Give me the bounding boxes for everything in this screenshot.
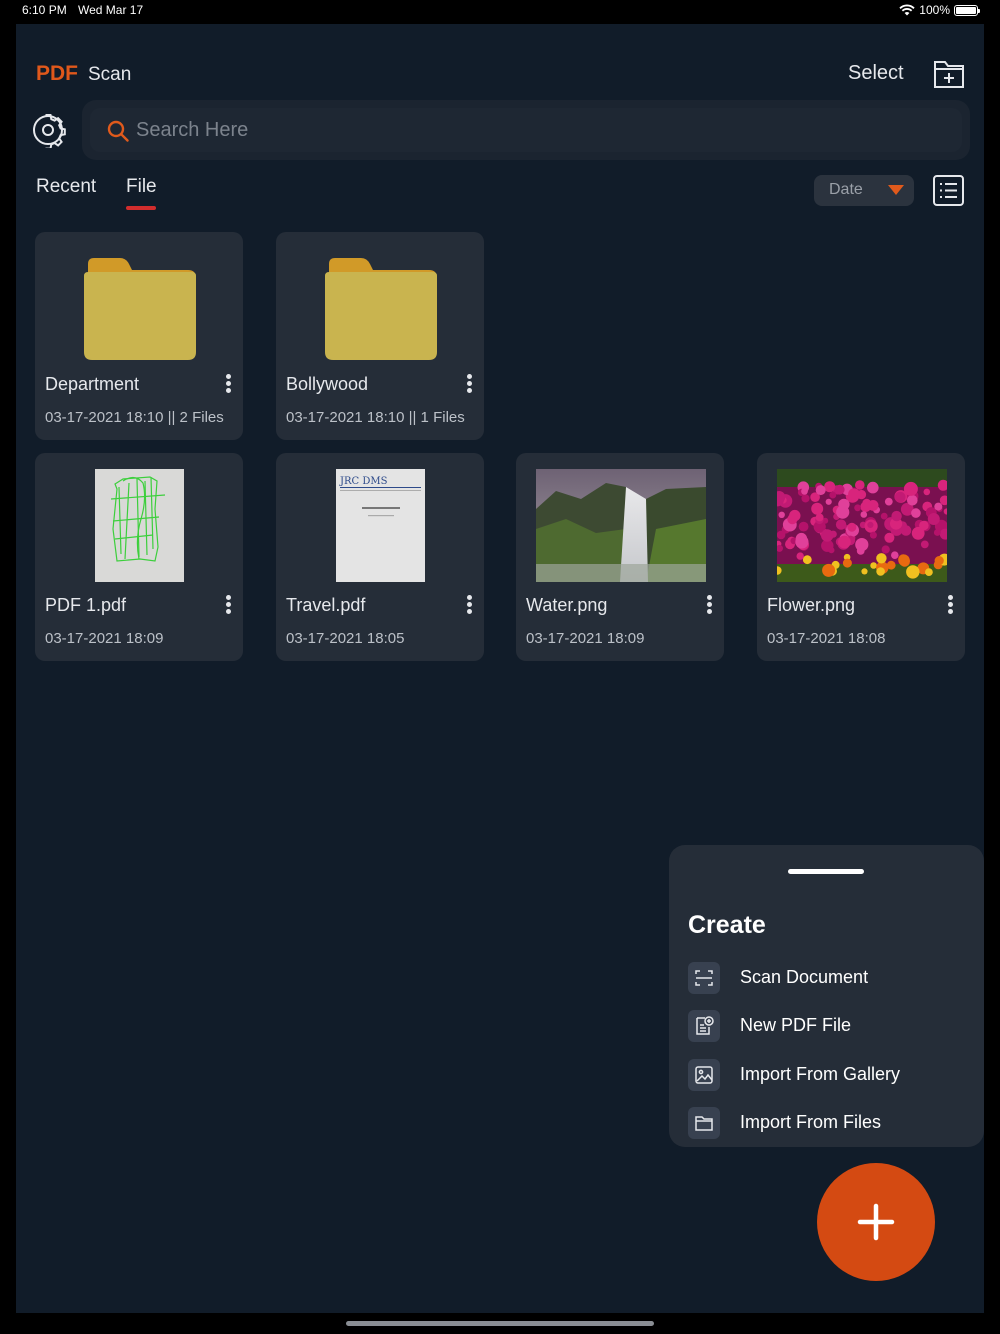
option-import-gallery[interactable]: Import From Gallery <box>688 1059 968 1093</box>
new-pdf-icon <box>688 1010 720 1042</box>
tab-recent[interactable]: Recent <box>36 176 96 198</box>
card-name: PDF 1.pdf <box>45 595 127 615</box>
tab-file[interactable]: File <box>126 176 157 198</box>
status-bar: 6:10 PM Wed Mar 17 100% <box>0 0 1000 22</box>
wifi-icon <box>899 4 915 16</box>
more-options-icon[interactable] <box>460 593 478 619</box>
gallery-icon <box>688 1059 720 1091</box>
option-label: New PDF File <box>740 1015 852 1035</box>
pdf-thumbnail <box>95 469 184 582</box>
more-options-icon[interactable] <box>700 593 718 619</box>
option-label: Import From Files <box>740 1112 882 1132</box>
add-button[interactable] <box>817 1163 935 1281</box>
file-card-pdf1[interactable]: PDF 1.pdf 03-17-2021 18:09 <box>35 453 243 661</box>
gear-icon <box>33 114 66 150</box>
logo-pdf: PDF <box>36 62 78 85</box>
card-name: Water.png <box>526 595 608 615</box>
card-thumbnail <box>276 232 484 362</box>
travel-doc-logo: JRC DMS <box>339 476 388 487</box>
app-logo: PDF Scan <box>36 62 131 86</box>
card-meta: 03-17-2021 18:09 <box>45 630 164 647</box>
new-folder-button[interactable] <box>932 56 966 90</box>
caret-down-icon <box>888 185 904 195</box>
card-meta: 03-17-2021 18:08 <box>767 630 886 647</box>
option-scan-document[interactable]: Scan Document <box>688 962 968 996</box>
folder-plus-icon <box>934 61 964 88</box>
create-sheet: Create Scan Document New PDF File Import… <box>669 845 984 1147</box>
folder-card-bollywood[interactable]: Bollywood 03-17-2021 18:10 || 1 Files <box>276 232 484 440</box>
more-options-icon[interactable] <box>219 372 237 398</box>
card-thumbnail <box>757 453 965 583</box>
sort-dropdown[interactable]: Date <box>814 175 914 206</box>
option-new-pdf[interactable]: New PDF File <box>688 1010 968 1044</box>
card-name: Travel.pdf <box>286 595 366 615</box>
more-options-icon[interactable] <box>941 593 959 619</box>
more-options-icon[interactable] <box>460 372 478 398</box>
folder-icon <box>84 258 196 360</box>
app-window: PDF Scan Select Recent File Date <box>16 24 984 1313</box>
card-meta: 03-17-2021 18:10 || 2 Files <box>45 409 224 426</box>
active-tab-indicator <box>126 206 156 210</box>
plus-icon <box>857 1203 895 1241</box>
search-input[interactable] <box>136 113 916 147</box>
file-card-flower[interactable]: Flower.png 03-17-2021 18:08 <box>757 453 965 661</box>
sheet-title: Create <box>688 911 766 939</box>
folder-icon <box>688 1107 720 1139</box>
search-field <box>90 108 962 152</box>
battery-percent: 100% <box>919 3 950 17</box>
search-icon <box>107 120 129 142</box>
card-meta: 03-17-2021 18:09 <box>526 630 645 647</box>
option-label: Import From Gallery <box>740 1064 901 1084</box>
flower-image <box>777 469 947 582</box>
list-icon <box>933 175 964 206</box>
card-meta: 03-17-2021 18:05 <box>286 630 405 647</box>
more-options-icon[interactable] <box>219 593 237 619</box>
file-card-travel[interactable]: JRC DMS Travel.pdf 03-17-2021 18:05 <box>276 453 484 661</box>
status-date: Wed Mar 17 <box>78 3 144 17</box>
logo-scan: Scan <box>88 64 132 85</box>
card-meta: 03-17-2021 18:10 || 1 Files <box>286 409 465 426</box>
option-label: Scan Document <box>740 967 869 987</box>
pdf-thumbnail: JRC DMS <box>336 469 425 582</box>
card-thumbnail <box>516 453 724 583</box>
sheet-handle[interactable] <box>788 869 864 874</box>
scan-icon <box>688 962 720 994</box>
card-name: Flower.png <box>767 595 856 615</box>
sort-selected: Date <box>829 181 863 198</box>
card-thumbnail <box>35 232 243 362</box>
card-name: Bollywood <box>286 374 369 394</box>
folder-card-department[interactable]: Department 03-17-2021 18:10 || 2 Files <box>35 232 243 440</box>
card-thumbnail: JRC DMS <box>276 453 484 583</box>
option-import-files[interactable]: Import From Files <box>688 1107 968 1141</box>
card-name: Department <box>45 374 140 394</box>
list-view-button[interactable] <box>932 174 965 207</box>
card-thumbnail <box>35 453 243 583</box>
battery-icon <box>954 4 980 16</box>
home-indicator[interactable] <box>346 1321 654 1326</box>
status-right: 100% <box>899 3 980 17</box>
waterfall-image <box>536 469 706 582</box>
file-card-water[interactable]: Water.png 03-17-2021 18:09 <box>516 453 724 661</box>
search-bar <box>82 100 970 160</box>
status-time: 6:10 PM <box>22 3 67 17</box>
settings-button[interactable] <box>30 112 66 150</box>
folder-icon <box>325 258 437 360</box>
select-button[interactable]: Select <box>848 62 904 85</box>
